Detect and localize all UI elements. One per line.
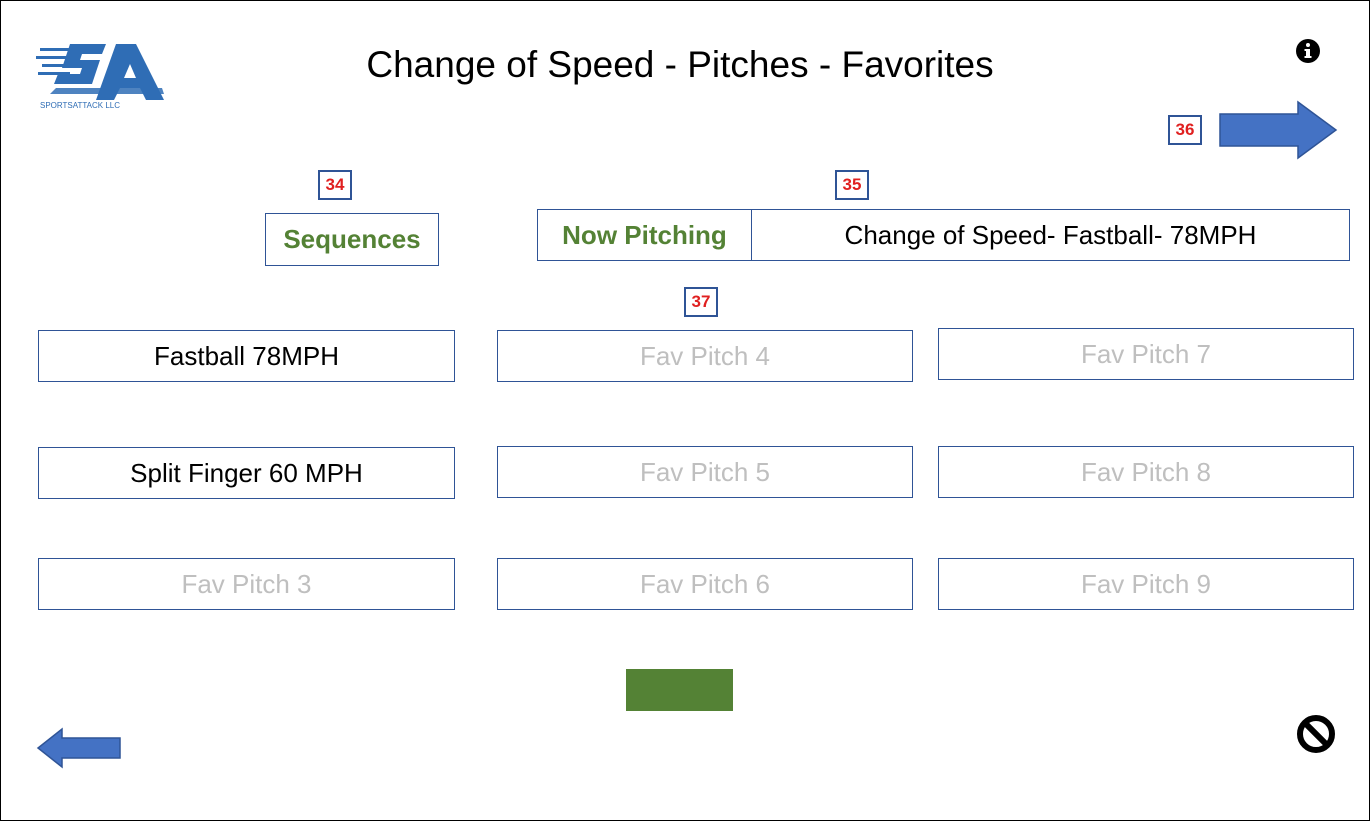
arrow-right-icon[interactable] xyxy=(1218,100,1338,160)
now-pitching-value: Change of Speed- Fastball- 78MPH xyxy=(751,209,1350,261)
now-pitching-label: Now Pitching xyxy=(537,209,752,261)
pitch-slot-9[interactable]: Fav Pitch 9 xyxy=(938,558,1354,610)
arrow-left-icon[interactable] xyxy=(36,727,122,769)
pitch-slot-8[interactable]: Fav Pitch 8 xyxy=(938,446,1354,498)
pitch-slot-5[interactable]: Fav Pitch 5 xyxy=(497,446,913,498)
pitch-slot-1[interactable]: Fastball 78MPH xyxy=(38,330,455,382)
badge-sequences: 34 xyxy=(318,170,352,200)
sequences-button[interactable]: Sequences xyxy=(265,213,439,266)
logo-text: SPORTSATTACK LLC xyxy=(40,101,120,110)
page-title: Change of Speed - Pitches - Favorites xyxy=(366,44,994,85)
pitch-slot-2[interactable]: Split Finger 60 MPH xyxy=(38,447,455,499)
pitch-slot-4[interactable]: Fav Pitch 4 xyxy=(497,330,913,382)
pitch-action-button[interactable] xyxy=(626,669,733,711)
info-icon[interactable] xyxy=(1295,38,1321,64)
pitch-slot-3[interactable]: Fav Pitch 3 xyxy=(38,558,455,610)
badge-pitches: 37 xyxy=(684,287,718,317)
pitch-slot-6[interactable]: Fav Pitch 6 xyxy=(497,558,913,610)
sportsattack-logo: SPORTSATTACK LLC xyxy=(36,44,164,110)
pitch-slot-7[interactable]: Fav Pitch 7 xyxy=(938,328,1354,380)
badge-next: 36 xyxy=(1168,115,1202,145)
cancel-icon[interactable] xyxy=(1296,714,1336,754)
badge-now-pitching: 35 xyxy=(835,170,869,200)
